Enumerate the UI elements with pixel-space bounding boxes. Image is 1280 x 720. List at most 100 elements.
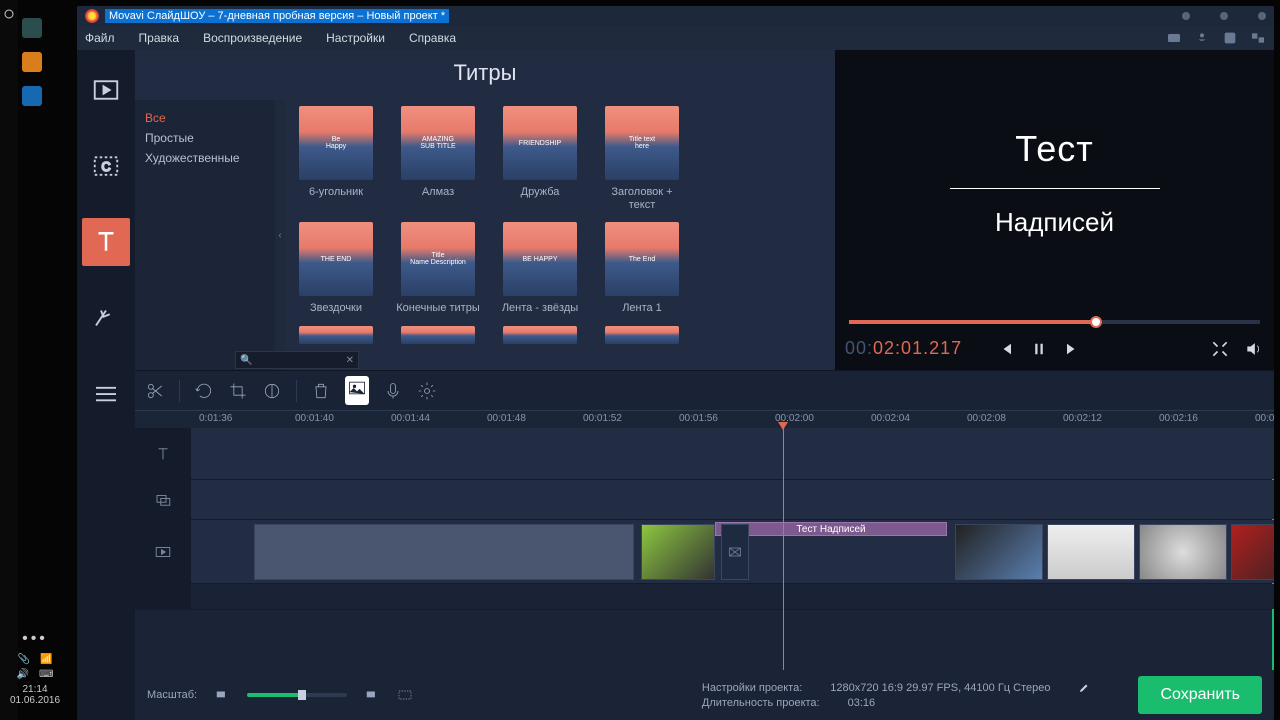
video-clip[interactable] <box>1231 524 1274 580</box>
title-thumb[interactable]: THE ENDЗвездочки <box>293 222 379 315</box>
ruler-tick: 00:01:44 <box>391 413 430 424</box>
transition-clip[interactable] <box>721 524 749 580</box>
save-button[interactable]: Сохранить <box>1138 676 1262 714</box>
os-menu-icon[interactable] <box>3 8 15 20</box>
menu-settings[interactable]: Настройки <box>326 31 385 45</box>
ruler-tick: 0:01:36 <box>199 413 232 424</box>
keyboard-icon[interactable]: ⌨ <box>39 669 53 680</box>
preview-panel: Тест Надписей 00:02:01.217 <box>835 50 1274 370</box>
volume-icon[interactable]: 🔊 <box>17 669 29 680</box>
gear-icon[interactable] <box>417 381 437 401</box>
collapse-handle[interactable]: ‹ <box>275 100 285 370</box>
overlay-track[interactable] <box>191 480 1274 519</box>
menu-playback[interactable]: Воспроизведение <box>203 31 302 45</box>
window-maximize-icon[interactable] <box>1220 12 1228 20</box>
timecode: 00:02:01.217 <box>845 338 962 360</box>
youtube-icon[interactable] <box>1166 30 1182 46</box>
os-tray: ••• 📎 📶 🔊 ⌨ 21:14 01.06.2016 <box>4 630 66 706</box>
pause-button[interactable] <box>1030 340 1048 358</box>
next-button[interactable] <box>1064 340 1082 358</box>
category-all[interactable]: Все <box>145 108 265 128</box>
window-close-icon[interactable] <box>1258 12 1266 20</box>
ruler-tick: 00:02:04 <box>871 413 910 424</box>
mic-icon[interactable] <box>383 381 403 401</box>
timeline-ruler[interactable]: 0:01:3600:01:4000:01:4400:01:4800:01:520… <box>135 410 1274 428</box>
thumb-preview: BeHappy <box>299 106 373 180</box>
window-titlebar[interactable]: Movavi СлайдШОУ – 7-дневная пробная верс… <box>77 6 1274 26</box>
menu-edit[interactable]: Правка <box>139 31 180 45</box>
volume-button[interactable] <box>1244 339 1264 359</box>
video-clip[interactable] <box>955 524 1043 580</box>
color-icon[interactable] <box>262 381 282 401</box>
title-thumb[interactable]: AMAZINGSUB TITLEАлмаз <box>395 106 481 212</box>
track-link-icon[interactable] <box>135 584 191 609</box>
title-thumb[interactable]: Title texthereЗаголовок + текст <box>599 106 685 212</box>
asset-browser: Титры Все Простые Художественные ‹ BeHap… <box>135 50 835 370</box>
category-simple[interactable]: Простые <box>145 128 265 148</box>
menu-file[interactable]: Файл <box>85 31 115 45</box>
ruler-tick: 00:02:08 <box>967 413 1006 424</box>
cut-icon[interactable] <box>145 381 165 401</box>
sidebar-titles[interactable] <box>82 218 130 266</box>
rotate-icon[interactable] <box>194 381 214 401</box>
sidebar-more[interactable] <box>82 370 130 418</box>
image-tool[interactable] <box>345 376 369 405</box>
ruler-tick: 00:01:48 <box>487 413 526 424</box>
tray-more-icon[interactable]: ••• <box>4 630 66 648</box>
wifi-icon[interactable]: 📶 <box>40 654 52 665</box>
preview-text-1: Тест <box>1015 128 1093 170</box>
mode-sidebar: C <box>77 50 135 720</box>
duration-value: 03:16 <box>848 697 876 709</box>
sidebar-filters[interactable]: C <box>82 142 130 190</box>
video-clip[interactable] <box>641 524 715 580</box>
ruler-tick: 00:01:52 <box>583 413 622 424</box>
edit-icon[interactable] <box>1078 682 1090 694</box>
sidebar-media[interactable] <box>82 66 130 114</box>
audio-track[interactable] <box>191 584 1274 609</box>
scrub-bar[interactable] <box>835 316 1274 328</box>
search-input[interactable]: 🔍✕ <box>235 351 359 369</box>
sidebar-transitions[interactable] <box>82 294 130 342</box>
delete-icon[interactable] <box>311 381 331 401</box>
video-clip[interactable] <box>1139 524 1227 580</box>
category-artistic[interactable]: Художественные <box>145 148 265 168</box>
ruler-tick: 00:02:20 <box>1255 413 1274 424</box>
title-clip[interactable]: Тест Надписей <box>715 522 947 536</box>
track-overlay-icon[interactable] <box>135 480 191 519</box>
crop-icon[interactable] <box>228 381 248 401</box>
title-thumb[interactable]: The EndЛента 1 <box>599 222 685 315</box>
clear-icon[interactable]: ✕ <box>346 355 354 366</box>
timeline: Тест Надписей <box>135 428 1274 670</box>
zoom-in-icon[interactable] <box>365 688 379 702</box>
app-icon[interactable] <box>22 18 42 38</box>
os-taskbar <box>0 0 18 720</box>
prev-button[interactable] <box>996 340 1014 358</box>
attachment-icon[interactable]: 📎 <box>18 654 30 665</box>
status-bar: Масштаб: Настройки проекта: 1280x720 16:… <box>135 670 1274 720</box>
video-clip[interactable] <box>254 524 634 580</box>
track-video-icon[interactable] <box>135 520 191 583</box>
window-minimize-icon[interactable] <box>1182 12 1190 20</box>
title-thumb[interactable]: BeHappy6-угольник <box>293 106 379 212</box>
zoom-out-icon[interactable] <box>215 688 229 702</box>
vkontakte-icon[interactable] <box>1222 30 1238 46</box>
title-thumb[interactable]: TitleName DescriptionКонечные титры <box>395 222 481 315</box>
thumb-preview: TitleName Description <box>401 222 475 296</box>
title-thumb[interactable]: BE HAPPYЛента - звёзды <box>497 222 583 315</box>
zoom-slider[interactable] <box>247 693 347 697</box>
fit-icon[interactable] <box>397 687 413 703</box>
fullscreen-button[interactable] <box>1210 339 1230 359</box>
playhead[interactable] <box>783 428 784 670</box>
video-track[interactable]: Тест Надписей <box>191 520 1274 583</box>
video-clip[interactable] <box>1047 524 1135 580</box>
odnoklassniki-icon[interactable] <box>1194 30 1210 46</box>
share-icon[interactable] <box>1250 30 1266 46</box>
track-titles-icon[interactable] <box>135 428 191 479</box>
window-title: Movavi СлайдШОУ – 7-дневная пробная верс… <box>105 9 449 23</box>
titles-track[interactable] <box>191 428 1274 479</box>
scrub-knob[interactable] <box>1090 316 1102 328</box>
menu-help[interactable]: Справка <box>409 31 456 45</box>
app-icon[interactable] <box>22 86 42 106</box>
title-thumb[interactable]: FRIENDSHIPДружба <box>497 106 583 212</box>
app-icon[interactable] <box>22 52 42 72</box>
